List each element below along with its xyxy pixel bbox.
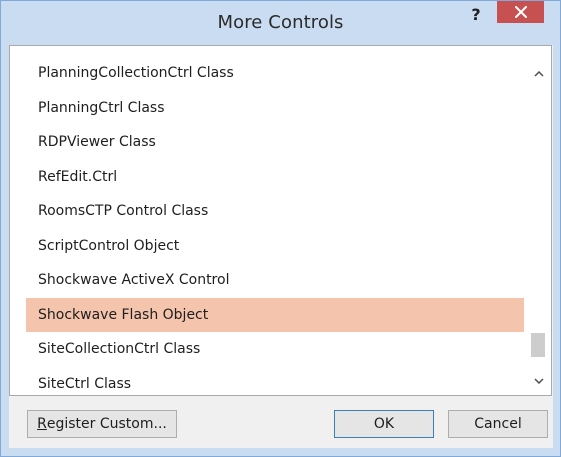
list-item[interactable]: SiteCtrl Class (26, 367, 524, 396)
dialog-client-area: PlanningCollectionCtrl Class PlanningCtrl… (9, 45, 553, 448)
more-controls-dialog: More Controls ? PlanningCollectionCtrl C… (0, 0, 561, 457)
list-item[interactable]: PlanningCollectionCtrl Class (26, 56, 524, 91)
list-item[interactable]: ScriptControl Object (26, 229, 524, 264)
ok-button[interactable]: OK (334, 410, 434, 438)
list-item[interactable]: RefEdit.Ctrl (26, 160, 524, 195)
list-item[interactable]: PlanningCtrl Class (26, 91, 524, 126)
register-custom-mnemonic: R (37, 416, 47, 432)
list-item-selected[interactable]: Shockwave Flash Object (26, 297, 524, 332)
vertical-scrollbar[interactable] (526, 46, 551, 395)
list-item[interactable]: RoomsCTP Control Class (26, 194, 524, 229)
list-item[interactable]: RDPViewer Class (26, 125, 524, 160)
help-button[interactable]: ? (465, 4, 487, 26)
chevron-up-icon (533, 71, 544, 77)
close-icon (514, 6, 527, 18)
scroll-up-button[interactable] (526, 63, 551, 85)
controls-list: PlanningCollectionCtrl Class PlanningCtrl… (26, 56, 524, 396)
register-custom-button[interactable]: Register Custom... (27, 410, 177, 438)
register-custom-label: egister Custom... (46, 416, 167, 432)
controls-listbox[interactable]: PlanningCollectionCtrl Class PlanningCtrl… (9, 45, 552, 396)
scroll-thumb[interactable] (531, 333, 545, 357)
title-bar: More Controls ? (1, 1, 560, 45)
chevron-down-icon (533, 378, 544, 384)
scroll-down-button[interactable] (526, 370, 551, 392)
list-item[interactable]: Shockwave ActiveX Control (26, 263, 524, 298)
close-button[interactable] (497, 1, 544, 23)
cancel-button[interactable]: Cancel (448, 410, 548, 438)
list-item[interactable]: SiteCollectionCtrl Class (26, 332, 524, 367)
